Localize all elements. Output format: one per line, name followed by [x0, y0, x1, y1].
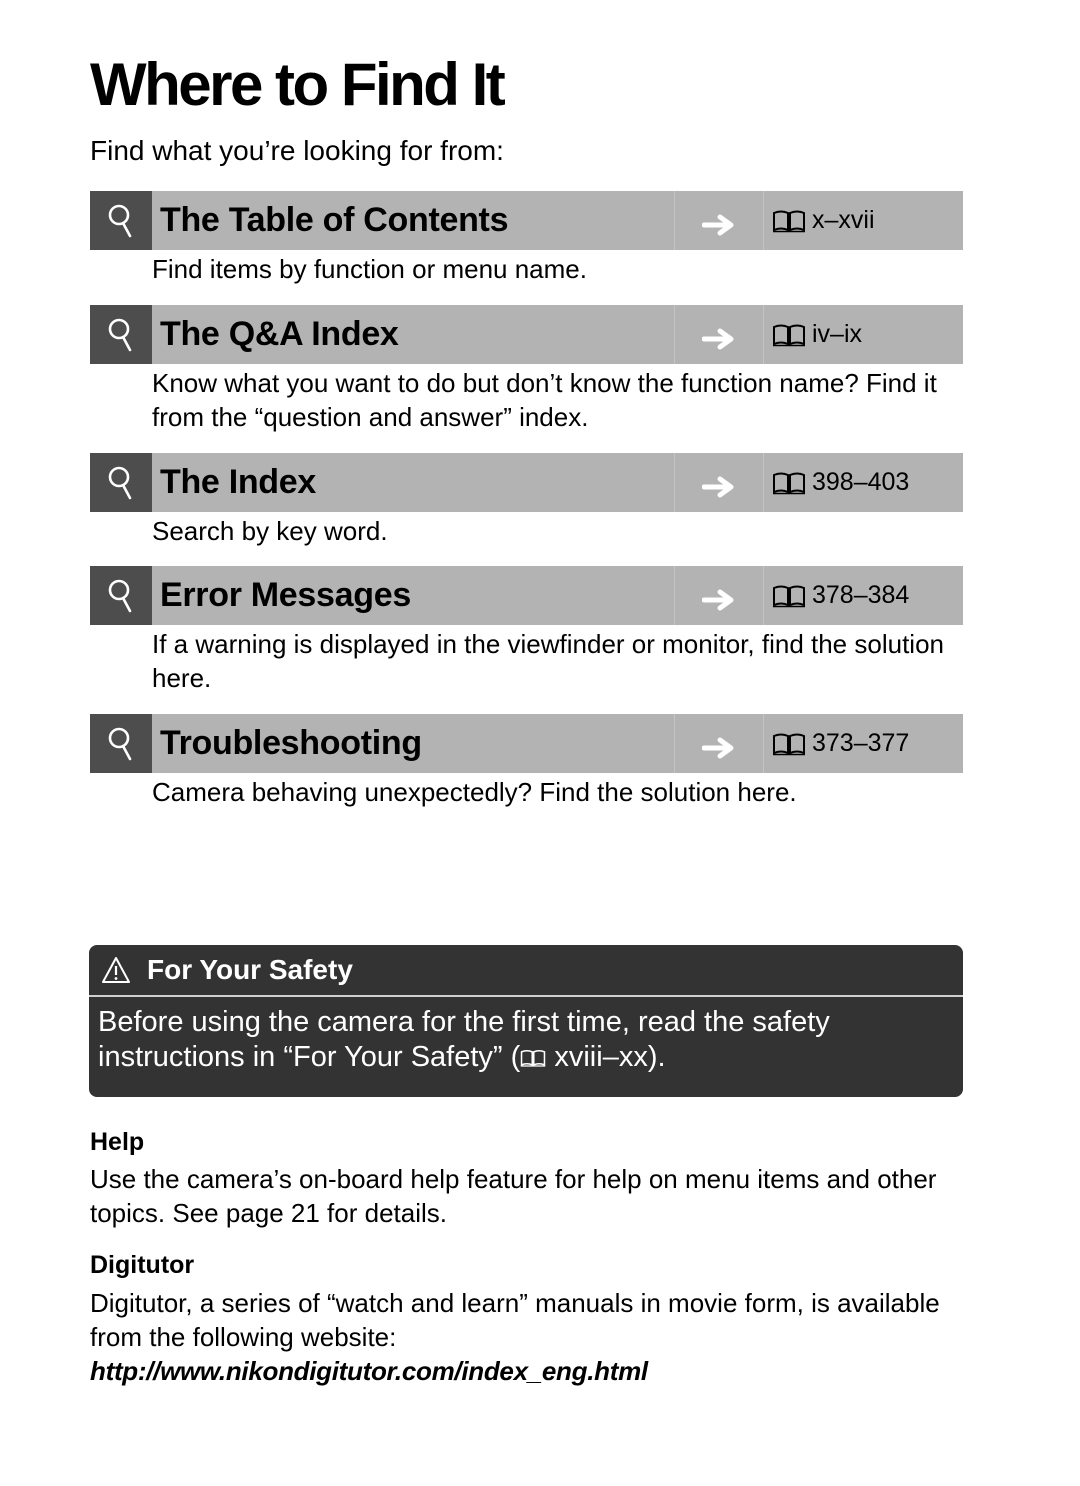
safety-page-range[interactable]: xviii–xx — [554, 1041, 647, 1073]
safety-heading: For Your Safety — [147, 954, 353, 985]
safety-text-end: ). — [647, 1041, 666, 1073]
magnifier-icon — [90, 191, 152, 250]
entry-title[interactable]: Error Messages — [152, 566, 674, 625]
magnifier-icon — [90, 305, 152, 364]
help-text: Use the camera’s on-board help feature f… — [90, 1164, 937, 1228]
entry-title[interactable]: The Table of Contents — [152, 191, 674, 250]
magnifier-icon — [90, 714, 152, 773]
safety-notice: For Your Safety Before using the camera … — [89, 945, 963, 1097]
entry-index[interactable]: The Index 398–403 Search by key word. — [90, 453, 963, 548]
right-arrow-icon — [674, 453, 764, 512]
right-arrow-icon — [674, 714, 764, 773]
entry-description: Camera behaving unexpectedly? Find the s… — [152, 777, 797, 807]
entry-title[interactable]: The Q&A Index — [152, 305, 674, 364]
entry-description: Find items by function or menu name. — [152, 254, 587, 284]
magnifier-icon — [90, 566, 152, 625]
entry-description: Search by key word. — [152, 516, 388, 546]
digitutor-text: Digitutor, a series of “watch and learn”… — [90, 1288, 940, 1352]
page-range: x–xvii — [812, 206, 875, 234]
safety-text-main: Before using the camera for the first ti… — [98, 1006, 830, 1073]
entry-bar[interactable]: The Index 398–403 — [90, 453, 963, 512]
entry-qa-index[interactable]: The Q&A Index iv–ix Know what you want t… — [90, 305, 963, 434]
book-icon — [521, 1049, 546, 1067]
page-range: 398–403 — [812, 468, 910, 496]
page-reference[interactable]: iv–ix — [764, 305, 963, 364]
right-arrow-icon — [674, 191, 764, 250]
page-reference[interactable]: x–xvii — [764, 191, 963, 250]
book-icon — [773, 324, 805, 346]
entry-title[interactable]: Troubleshooting — [152, 714, 674, 773]
page-reference[interactable]: 373–377 — [764, 714, 963, 773]
entry-error-messages[interactable]: Error Messages 378–384 If a warning is d… — [90, 566, 963, 695]
entry-bar[interactable]: The Table of Contents x–xvii — [90, 191, 963, 250]
entry-title[interactable]: The Index — [152, 453, 674, 512]
page-reference[interactable]: 398–403 — [764, 453, 963, 512]
safety-text: Before using the camera for the first ti… — [89, 997, 963, 1075]
book-icon — [773, 472, 805, 494]
entry-bar[interactable]: The Q&A Index iv–ix — [90, 305, 963, 364]
entry-bar[interactable]: Troubleshooting 373–377 — [90, 714, 963, 773]
digitutor-url-link[interactable]: http://www.nikondigitutor.com/index_eng.… — [90, 1354, 648, 1388]
page-title: Where to Find It — [90, 51, 506, 118]
page-range: 378–384 — [812, 581, 910, 609]
page-range: 373–377 — [812, 729, 910, 757]
magnifier-icon — [90, 453, 152, 512]
entry-description: Know what you want to do but don’t know … — [152, 368, 937, 432]
safety-header: For Your Safety — [89, 945, 963, 997]
help-heading: Help — [90, 1128, 145, 1156]
digitutor-heading: Digitutor — [90, 1251, 195, 1279]
intro-text: Find what you’re looking for from: — [90, 135, 504, 166]
entry-troubleshooting[interactable]: Troubleshooting 373–377 Camera behaving … — [90, 714, 963, 809]
right-arrow-icon — [674, 305, 764, 364]
entry-table-of-contents[interactable]: The Table of Contents x–xvii Find items … — [90, 191, 963, 286]
entry-bar[interactable]: Error Messages 378–384 — [90, 566, 963, 625]
book-icon — [773, 585, 805, 607]
entry-description: If a warning is displayed in the viewfin… — [152, 629, 944, 693]
book-icon — [773, 210, 805, 232]
page-range: iv–ix — [812, 320, 863, 348]
right-arrow-icon — [674, 566, 764, 625]
page-reference[interactable]: 378–384 — [764, 566, 963, 625]
warning-triangle-icon — [102, 957, 130, 983]
book-icon — [773, 733, 805, 755]
